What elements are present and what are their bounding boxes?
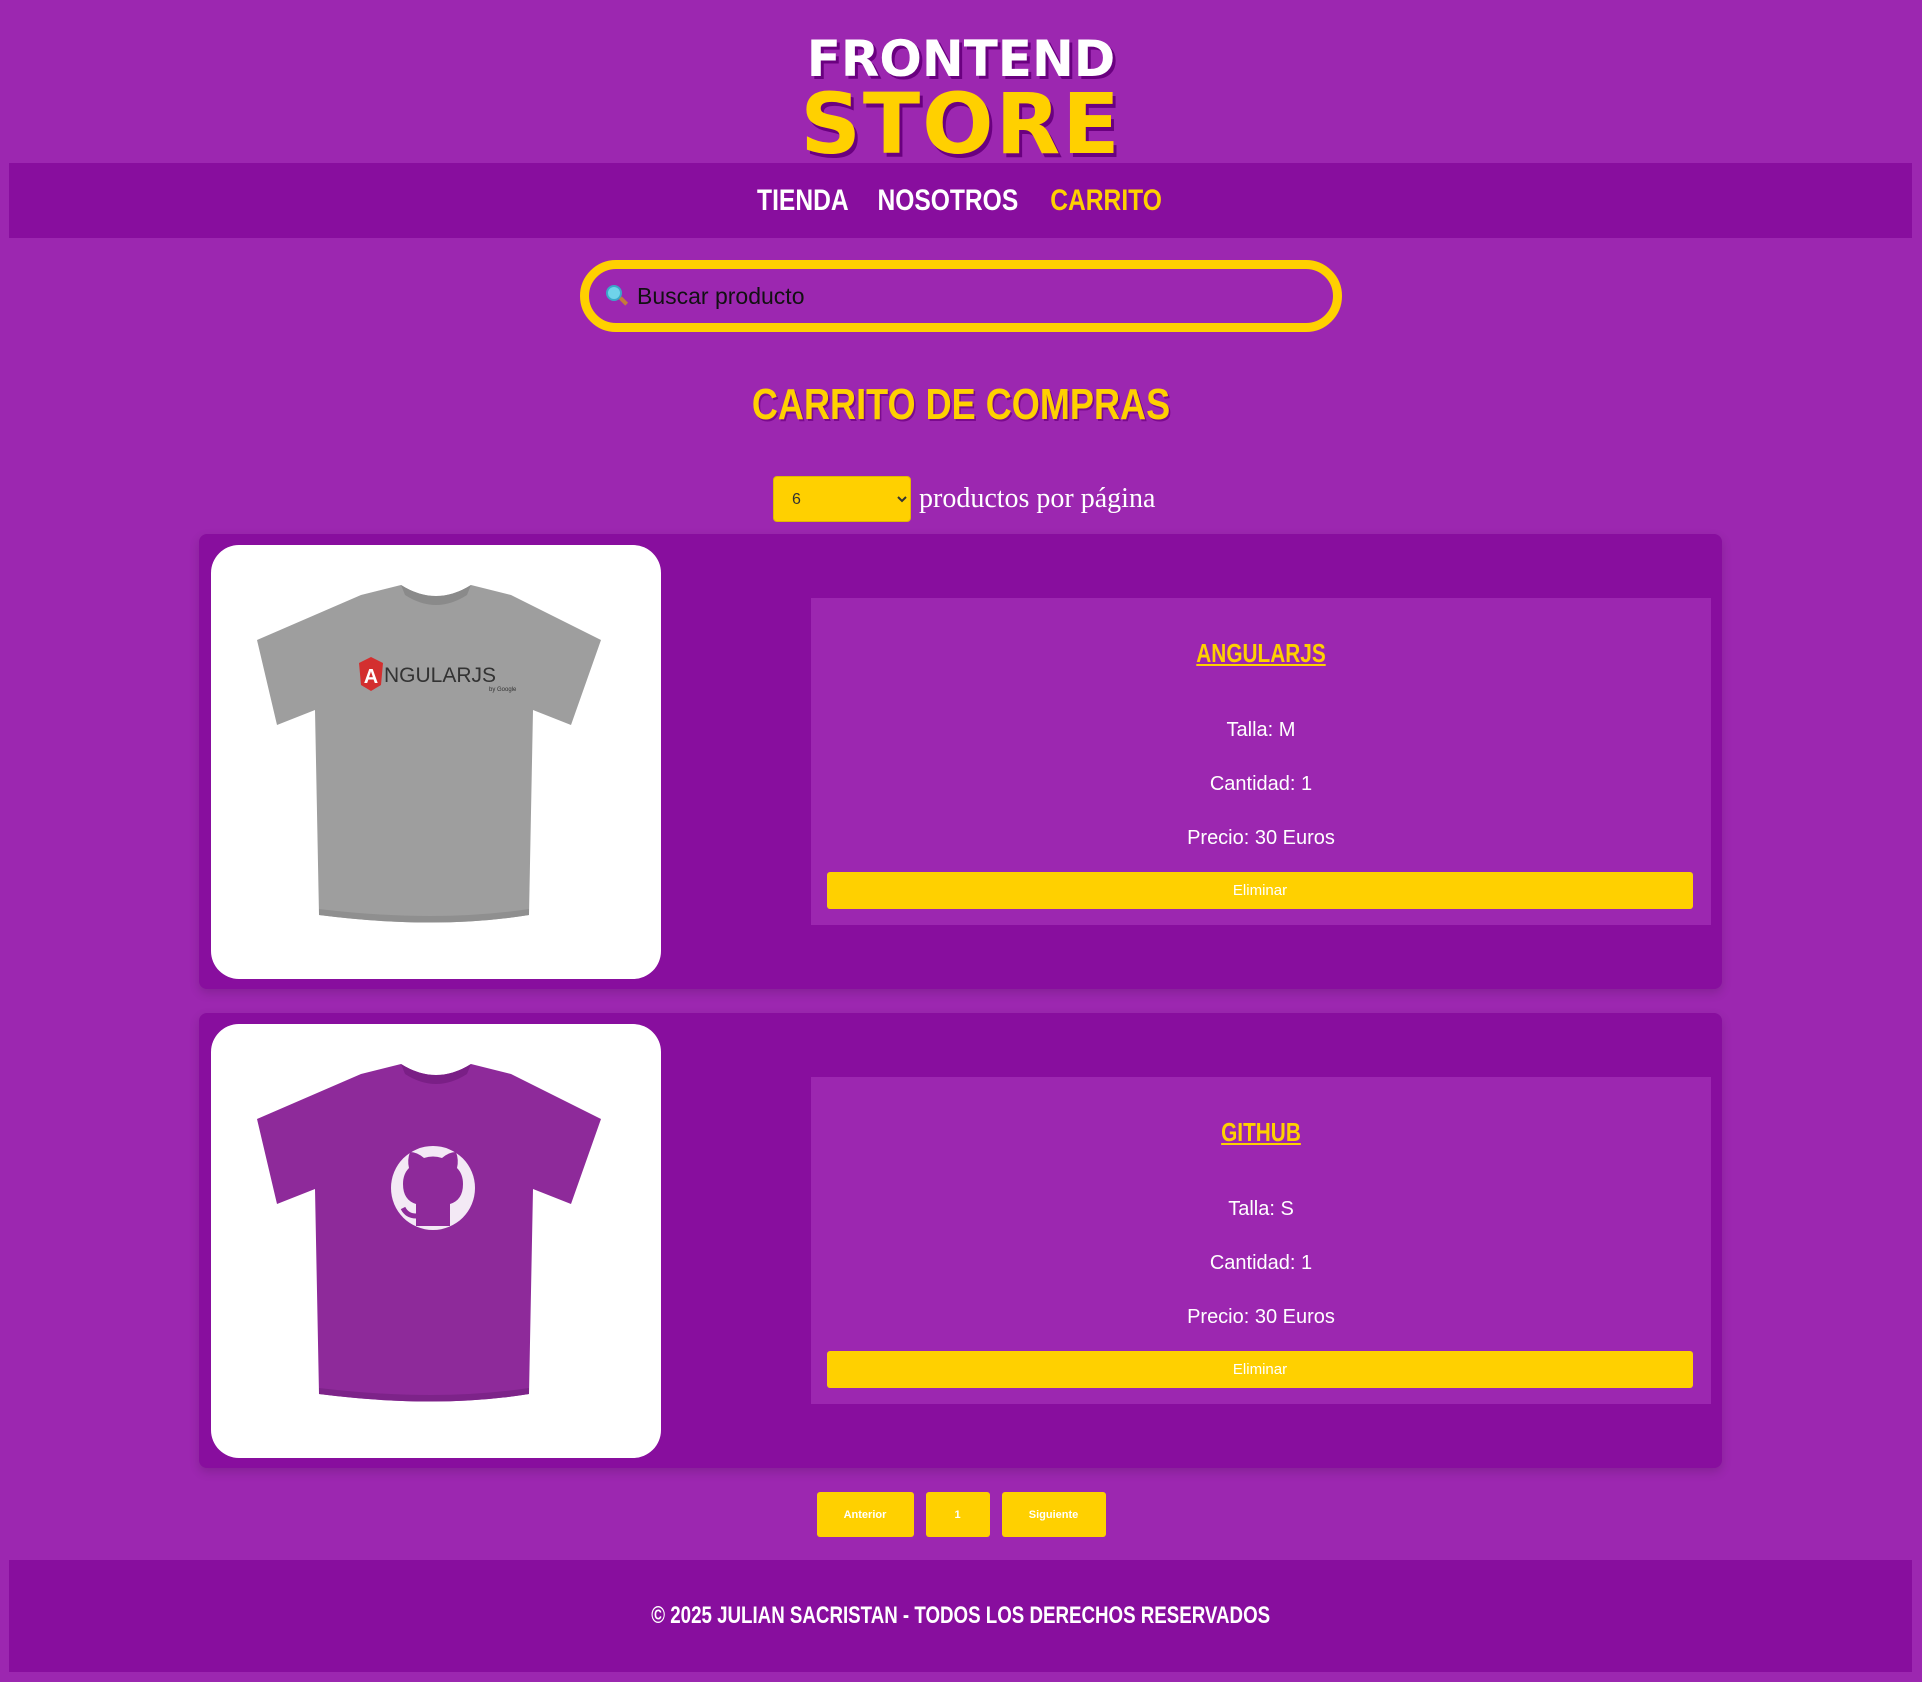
- product-image: [211, 1024, 661, 1458]
- product-size: Talla: M: [1226, 719, 1296, 741]
- search-icon: [605, 284, 629, 308]
- per-page-select[interactable]: 6: [773, 476, 911, 522]
- footer: © 2025 JULIAN SACRISTAN - TODOS LOS DERE…: [9, 1560, 1912, 1672]
- remove-button[interactable]: Eliminar: [827, 872, 1693, 909]
- footer-copyright: © 2025 JULIAN SACRISTAN - TODOS LOS DERE…: [651, 1602, 1270, 1629]
- tshirt-github-image: [257, 1064, 601, 1402]
- product-quantity: Cantidad: 1: [1209, 1252, 1313, 1274]
- tshirt-logo-letter: A: [364, 666, 378, 688]
- nav-link-tienda[interactable]: TIENDA: [757, 184, 849, 218]
- tshirt-logo-sub: by Google: [489, 687, 517, 693]
- product-name-link[interactable]: ANGULARJS: [901, 638, 1621, 669]
- product-name-link[interactable]: GITHUB: [901, 1117, 1621, 1148]
- nav-link-nosotros[interactable]: NOSOTROS: [878, 184, 1019, 218]
- product-price: Precio: 30 Euros: [1187, 1306, 1335, 1328]
- search-bar: [580, 260, 1342, 332]
- nav-link-carrito[interactable]: CARRITO: [1050, 184, 1162, 218]
- remove-button[interactable]: Eliminar: [827, 1351, 1693, 1388]
- per-page-control: 6 productos por página: [773, 476, 1155, 522]
- next-page-button[interactable]: Siguiente: [1001, 1492, 1106, 1537]
- product-image: A NGULARJS by Google: [211, 545, 661, 979]
- product-price: Precio: 30 Euros: [1187, 827, 1335, 849]
- prev-page-button[interactable]: Anterior: [816, 1492, 914, 1537]
- per-page-label: productos por página: [919, 483, 1156, 514]
- cart-item: A NGULARJS by Google ANGULARJS Talla: M …: [199, 534, 1722, 989]
- product-details: ANGULARJS Talla: M Cantidad: 1 Precio: 3…: [811, 598, 1711, 925]
- product-size: Talla: S: [1228, 1198, 1294, 1220]
- tshirt-angularjs-image: A NGULARJS by Google: [257, 585, 601, 923]
- search-input[interactable]: [637, 282, 1297, 310]
- product-details: GITHUB Talla: S Cantidad: 1 Precio: 30 E…: [811, 1077, 1711, 1404]
- page-number-button[interactable]: 1: [925, 1492, 990, 1537]
- main-nav: TIENDA NOSOTROS CARRITO: [9, 163, 1912, 238]
- cart-item: GITHUB Talla: S Cantidad: 1 Precio: 30 E…: [199, 1013, 1722, 1468]
- github-octocat-icon: [391, 1146, 475, 1230]
- store-logo[interactable]: FRONTEND STORE: [0, 34, 1922, 173]
- product-quantity: Cantidad: 1: [1209, 773, 1313, 795]
- logo-line-store: STORE: [800, 75, 1122, 173]
- pagination: Anterior 1 Siguiente: [0, 1492, 1922, 1537]
- page-title: CARRITO DE COMPRAS: [751, 380, 1171, 429]
- tshirt-logo-text: NGULARJS: [384, 664, 496, 687]
